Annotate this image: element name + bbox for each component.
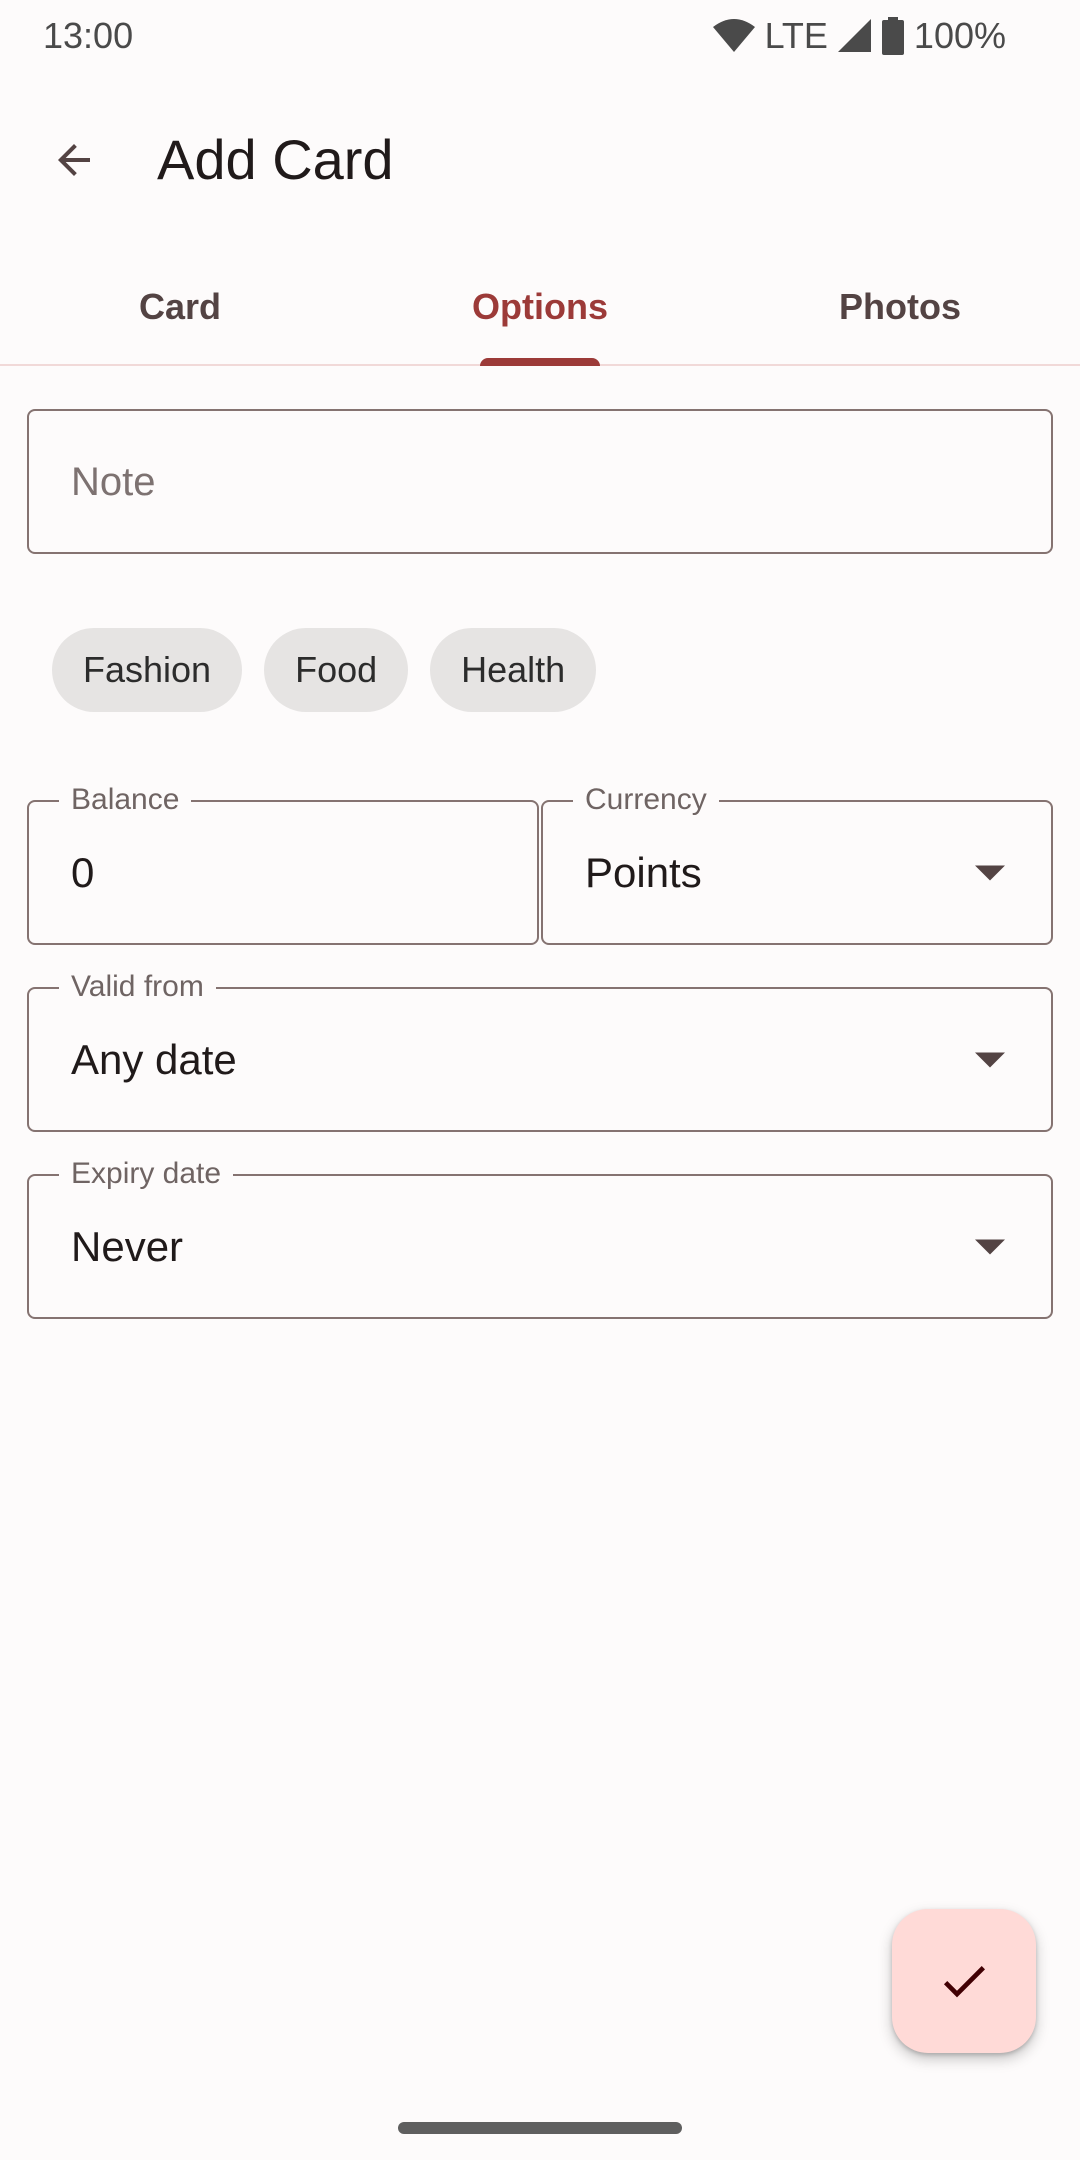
dropdown-arrow-icon: [975, 1239, 1005, 1254]
tab-card[interactable]: Card: [0, 250, 360, 364]
save-fab-button[interactable]: [892, 1909, 1036, 2053]
note-field[interactable]: Note: [27, 409, 1053, 554]
balance-value: 0: [71, 848, 95, 896]
chip-health[interactable]: Health: [430, 628, 597, 712]
check-icon: [943, 1966, 985, 1998]
cell-signal-icon: [837, 19, 871, 52]
chip-fashion[interactable]: Fashion: [52, 628, 243, 712]
valid-from-dropdown[interactable]: Valid from Any date: [27, 969, 1053, 1132]
wifi-icon: [712, 19, 755, 52]
back-button[interactable]: [38, 124, 110, 196]
note-placeholder: Note: [71, 459, 156, 504]
page-title: Add Card: [157, 128, 394, 191]
valid-from-value: Any date: [71, 1035, 237, 1083]
battery-level: 100%: [913, 15, 1006, 56]
network-type: LTE: [764, 15, 828, 56]
balance-field[interactable]: Balance 0: [27, 782, 539, 945]
tab-photos[interactable]: Photos: [720, 250, 1080, 364]
status-icons: LTE 100%: [712, 14, 1006, 58]
arrow-back-icon: [58, 144, 90, 176]
expiry-date-dropdown[interactable]: Expiry date Never: [27, 1156, 1053, 1319]
balance-label: Balance: [59, 782, 192, 818]
dropdown-arrow-icon: [975, 865, 1005, 880]
tab-bar: Card Options Photos: [0, 250, 1080, 366]
valid-from-label: Valid from: [59, 969, 216, 1005]
currency-value: Points: [585, 848, 702, 896]
group-chips: Fashion Food Health: [52, 628, 597, 712]
status-time: 13:00: [43, 15, 134, 56]
chip-food[interactable]: Food: [264, 628, 409, 712]
battery-icon: [881, 17, 904, 55]
dropdown-arrow-icon: [975, 1052, 1005, 1067]
expiry-date-value: Never: [71, 1222, 184, 1270]
gesture-navigation-bar[interactable]: [398, 2122, 682, 2134]
expiry-date-label: Expiry date: [59, 1156, 234, 1192]
currency-label: Currency: [573, 782, 719, 818]
currency-dropdown[interactable]: Currency Points: [541, 782, 1053, 945]
tab-options[interactable]: Options: [360, 250, 720, 364]
